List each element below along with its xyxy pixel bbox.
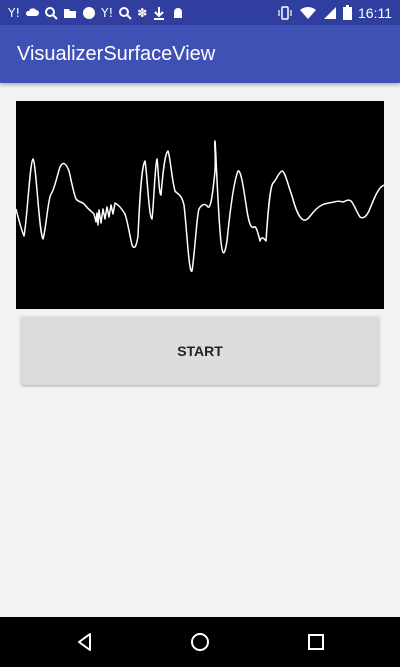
visualizer-surface xyxy=(15,101,385,309)
recents-icon[interactable] xyxy=(303,629,329,655)
yahoo-icon: Y! xyxy=(8,5,21,20)
yahoo-icon: Y! xyxy=(101,5,114,20)
search-icon xyxy=(118,4,132,22)
status-indicators: 16:11 xyxy=(277,0,392,25)
app-bar: VisualizerSurfaceView xyxy=(0,25,400,83)
status-bar: Y! Y! ✽ 16:11 xyxy=(0,0,400,25)
messenger-icon xyxy=(82,4,96,22)
vibrate-icon xyxy=(277,4,293,22)
notification-icons: Y! Y! ✽ xyxy=(0,4,185,22)
start-button[interactable]: START xyxy=(21,316,379,385)
folder-icon xyxy=(63,4,77,22)
waveform xyxy=(15,140,385,272)
status-time: 16:11 xyxy=(358,4,392,21)
search-icon xyxy=(44,4,58,22)
page-title: VisualizerSurfaceView xyxy=(17,42,216,65)
signal-icon xyxy=(323,4,337,22)
back-icon[interactable] xyxy=(72,629,98,655)
android-icon xyxy=(171,4,185,22)
gear-icon: ✽ xyxy=(137,5,148,20)
battery-icon xyxy=(343,4,352,22)
waveform-line xyxy=(15,140,385,272)
home-icon[interactable] xyxy=(187,629,213,655)
download-icon xyxy=(152,4,166,22)
wifi-icon xyxy=(299,4,317,22)
cloud-icon xyxy=(25,4,40,22)
navigation-bar xyxy=(0,617,400,667)
